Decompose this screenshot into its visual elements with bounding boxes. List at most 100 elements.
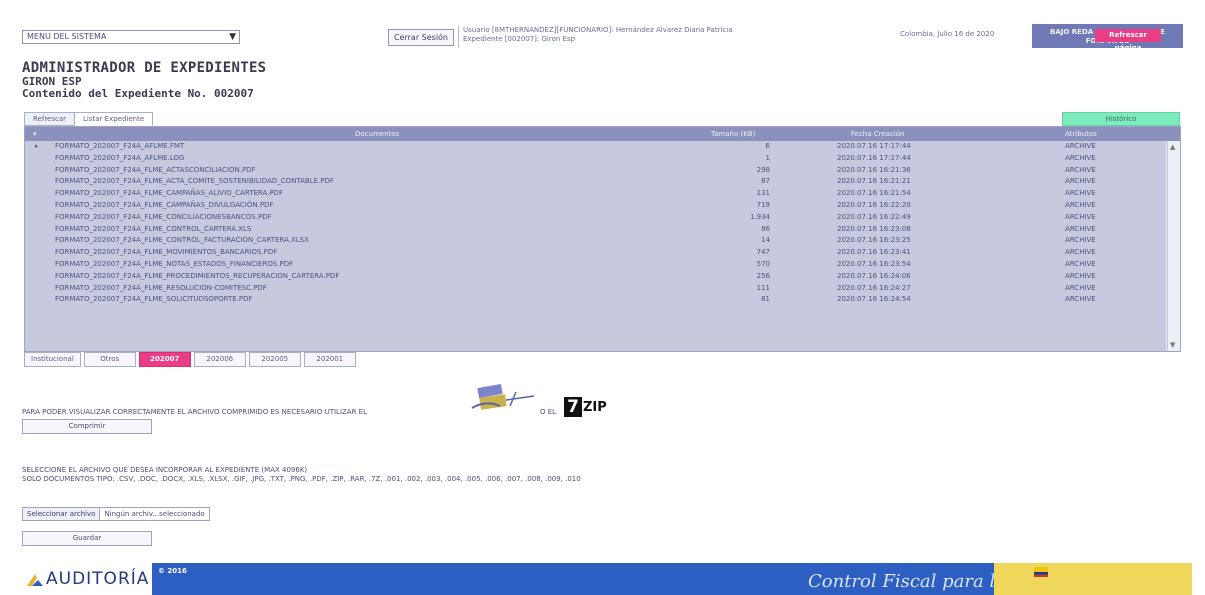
period-tab[interactable]: Institucional (24, 352, 81, 367)
document-name: FORMATO_202007_F24A_FLME_SOLICITUDSOPORT… (55, 295, 253, 304)
table-row[interactable]: FORMATO_202007_F24A_FLME_SOLICITUDSOPORT… (25, 294, 1166, 306)
document-size: 14 (761, 236, 770, 245)
document-name: FORMATO_202007_F24A_FLME_CONCILIACIONESB… (55, 212, 272, 221)
table-row[interactable]: FORMATO_202007_F24A_AFLME.LOG 1 2020.07.16… (25, 153, 1166, 165)
document-date: 2020.07.16 16:21:36 (837, 165, 911, 174)
document-size: 131 (756, 189, 770, 198)
auditoria-logo: AUDITORÍA (22, 563, 152, 595)
scroll-down-icon[interactable]: ▼ (1170, 341, 1175, 349)
tab-refresh[interactable]: Refrescar (24, 112, 76, 126)
col-date[interactable]: Fecha Creación (851, 127, 904, 141)
system-menu-select[interactable]: MENU DEL SISTEMA ▼ (22, 30, 240, 44)
history-button[interactable]: Histórico (1062, 112, 1180, 126)
document-attribute: ARCHIVE (1065, 153, 1096, 162)
footer-logo-text: AUDITORÍA (46, 569, 150, 589)
document-attribute: ARCHIVE (1065, 295, 1096, 304)
footer-banner (994, 563, 1192, 595)
logout-button[interactable]: Cerrar Sesión (388, 29, 454, 46)
documents-table: ▾ Documentos Tamaño (KB) Fecha Creación … (24, 126, 1181, 352)
table-row[interactable]: FORMATO_202007_F24A_FLME_PROCEDIMIENTOS_… (25, 271, 1166, 283)
selected-file-name: Ningún archiv...seleccionado (100, 507, 210, 521)
compress-notice: PARA PODER VISUALIZAR CORRECTAMENTE EL A… (22, 408, 368, 416)
scroll-up-icon[interactable]: ▲ (1170, 143, 1175, 151)
current-date: Colombia, Julio 16 de 2020 (900, 30, 995, 38)
sevenzip-word: ZIP (583, 400, 607, 415)
table-row[interactable]: FORMATO_202007_F24A_FLME_MOVIMIENTOS_BAN… (25, 247, 1166, 259)
table-row[interactable]: FORMATO_202007_F24A_FLME_ACTASCONCILIACI… (25, 165, 1166, 177)
document-date: 2020.07.16 16:23:41 (837, 248, 911, 257)
document-attribute: ARCHIVE (1065, 224, 1096, 233)
table-row[interactable]: FORMATO_202007_F24A_FLME_NOTAS_ESTADOS_F… (25, 259, 1166, 271)
file-picker: Seleccionar archivo Ningún archiv...selec… (22, 507, 210, 521)
document-attribute: ARCHIVE (1065, 177, 1096, 186)
document-name: FORMATO_202007_F24A_FLME_ACTASCONCILIACI… (55, 165, 256, 174)
top-bar: MENU DEL SISTEMA ▼ Cerrar Sesión Usuario… (22, 24, 1192, 54)
period-tab[interactable]: 202001 (303, 352, 356, 367)
document-name: FORMATO_202007_F24A_FLME_RESOLUCION-COMI… (55, 283, 267, 292)
winzip-logo[interactable] (466, 382, 538, 416)
document-name: FORMATO_202007_F24A_FLME_PROCEDIMIENTOS_… (55, 271, 340, 280)
chevron-down-icon: ▼ (229, 32, 236, 42)
table-row[interactable]: ▸ FORMATO_202007_F24A_AFLME.FMT 6 2020.07.1… (25, 141, 1166, 153)
document-size: 81 (761, 295, 770, 304)
document-size: 1.934 (749, 212, 770, 221)
period-tab[interactable]: Otros (83, 352, 136, 367)
compress-button[interactable]: Comprimir (22, 419, 152, 434)
upload-instructions: SELECCIONE EL ARCHIVO QUE DESEA INCORPOR… (22, 466, 581, 484)
document-name: FORMATO_202007_F24A_FLME_CONTROL_CARTERA… (55, 224, 252, 233)
sevenzip-logo[interactable]: 7 ZIP (564, 397, 607, 419)
period-tab[interactable]: 202007 (138, 352, 191, 367)
table-row[interactable]: FORMATO_202007_F24A_FLME_ACTA_COMITE_SOS… (25, 176, 1166, 188)
document-size: 6 (765, 142, 770, 150)
document-attribute: ARCHIVE (1065, 142, 1096, 150)
document-size: 570 (756, 259, 770, 268)
document-attribute: ARCHIVE (1065, 271, 1096, 280)
period-tab[interactable]: 202005 (248, 352, 301, 367)
user-info-line2: Expediente [002007]: Giron Esp (463, 35, 576, 43)
document-date: 2020.07.16 16:21:21 (837, 177, 911, 186)
document-name: FORMATO_202007_F24A_AFLME.LOG (55, 153, 185, 162)
period-tab[interactable]: 202006 (193, 352, 246, 367)
toolbar-tabs: Refrescar Listar Expediente (24, 112, 154, 126)
footer-year: © 2016 (158, 567, 187, 575)
table-row[interactable]: FORMATO_202007_F24A_FLME_CAMPAÑAS_ALIVIO… (25, 188, 1166, 200)
document-date: 2020.07.16 16:22:49 (837, 212, 911, 221)
period-tabs: Institucional Otros 202007 202006 202005 2020… (24, 352, 359, 368)
document-attribute: ARCHIVE (1065, 259, 1096, 268)
table-row[interactable]: FORMATO_202007_F24A_FLME_CONTROL_CARTERA… (25, 224, 1166, 236)
col-documents[interactable]: Documentos (355, 127, 399, 141)
table-scrollbar[interactable]: ▲ ▼ (1167, 141, 1180, 351)
sort-icon[interactable]: ▾ (33, 127, 37, 141)
document-size: 719 (756, 200, 770, 209)
col-size[interactable]: Tamaño (KB) (711, 127, 755, 141)
system-menu-value: MENU DEL SISTEMA (27, 32, 107, 41)
document-size: 1 (765, 153, 770, 162)
document-name: FORMATO_202007_F24A_FLME_CAMPAÑAS_DIVULG… (55, 200, 274, 209)
document-date: 2020.07.16 16:21:54 (837, 189, 911, 198)
table-header: ▾ Documentos Tamaño (KB) Fecha Creación … (25, 127, 1180, 141)
document-date: 2020.07.16 17:17:44 (837, 153, 911, 162)
page-header: ADMINISTRADOR DE EXPEDIENTES GIRON ESP C… (22, 60, 266, 100)
table-row[interactable]: FORMATO_202007_F24A_FLME_CONTROL_FACTURA… (25, 235, 1166, 247)
table-body: ▸ FORMATO_202007_F24A_AFLME.FMT 6 2020.07.1… (25, 141, 1166, 351)
document-name: FORMATO_202007_F24A_FLME_CONTROL_FACTURA… (55, 236, 309, 245)
table-row[interactable]: FORMATO_202007_F24A_FLME_CAMPAÑAS_DIVULG… (25, 200, 1166, 212)
sevenzip-number: 7 (564, 397, 582, 417)
file-subtitle: Contenido del Expediente No. 002007 (22, 87, 254, 100)
refresh-page-button[interactable]: Refrescar página (1095, 29, 1161, 52)
tab-list-file[interactable]: Listar Expediente (74, 112, 154, 126)
document-date: 2020.07.16 16:23:08 (837, 224, 911, 233)
logo-mark-icon (27, 574, 43, 586)
document-size: 111 (756, 283, 770, 292)
document-date: 2020.07.16 16:24:54 (837, 295, 911, 304)
document-date: 2020.07.16 16:23:25 (837, 236, 911, 245)
document-name: FORMATO_202007_F24A_FLME_MOVIMIENTOS_BAN… (55, 248, 278, 257)
document-size: 747 (756, 248, 770, 257)
table-row[interactable]: FORMATO_202007_F24A_FLME_RESOLUCION-COMI… (25, 283, 1166, 295)
col-attributes[interactable]: Atributos (1065, 127, 1097, 141)
choose-file-button[interactable]: Seleccionar archivo (22, 507, 101, 521)
document-attribute: ARCHIVE (1065, 165, 1096, 174)
document-name: FORMATO_202007_F24A_FLME_NOTAS_ESTADOS_F… (55, 259, 294, 268)
table-row[interactable]: FORMATO_202007_F24A_FLME_CONCILIACIONESB… (25, 212, 1166, 224)
save-button[interactable]: Guardar (22, 531, 152, 546)
